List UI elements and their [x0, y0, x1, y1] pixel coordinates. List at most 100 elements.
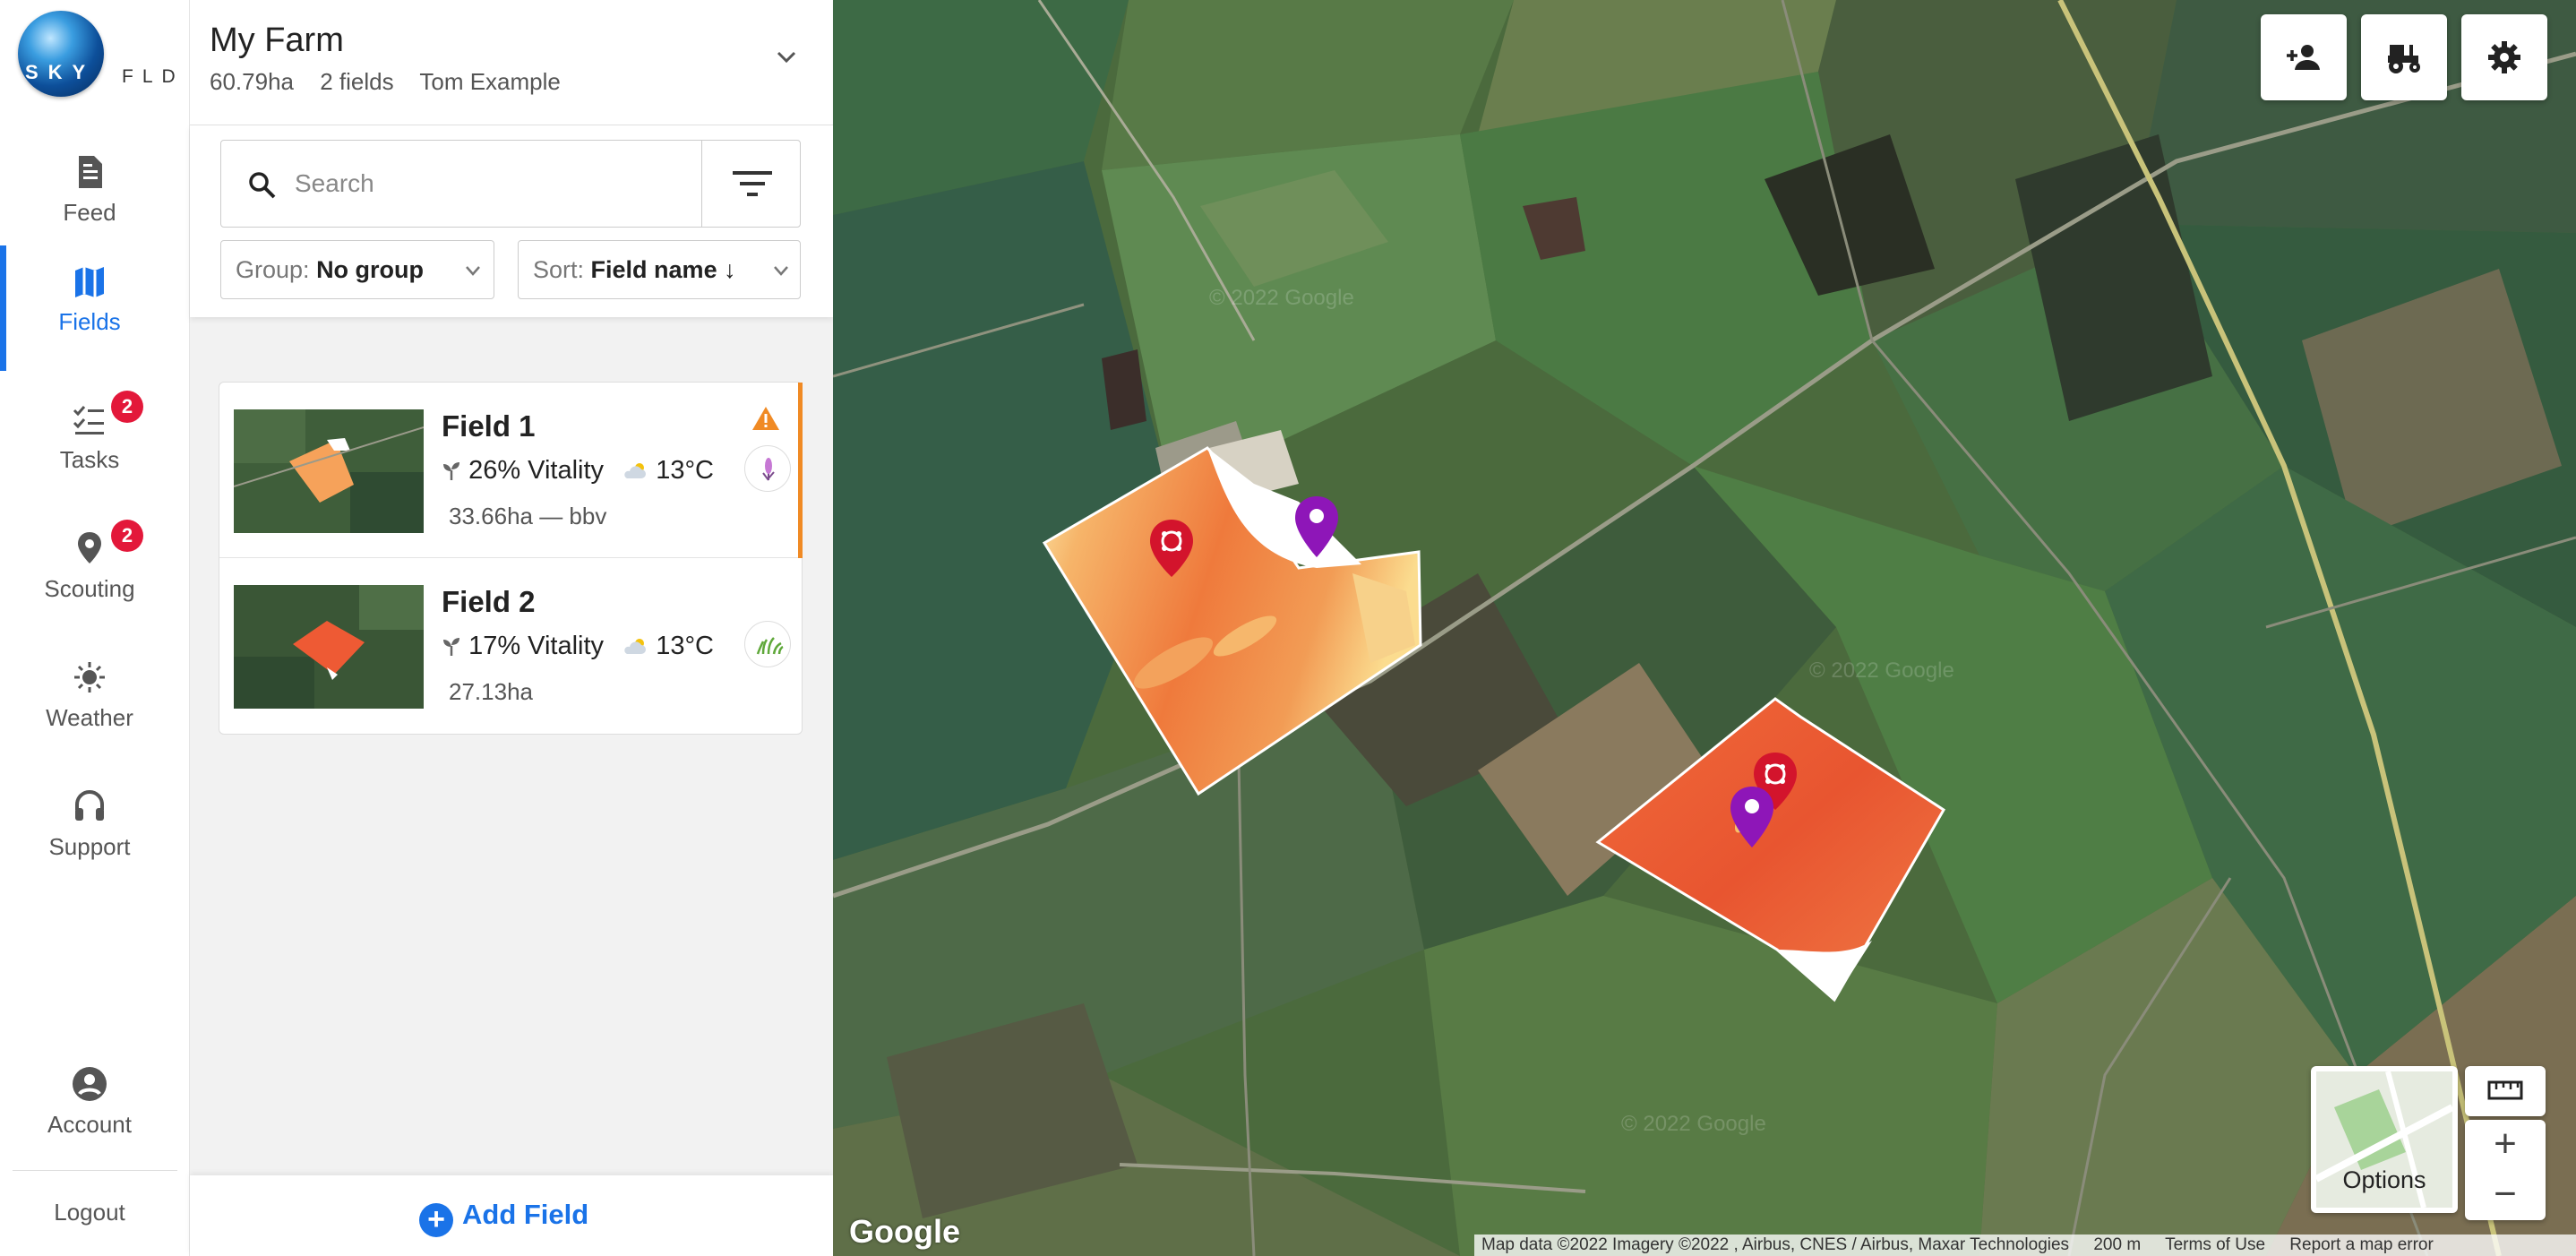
search-icon [249, 172, 276, 199]
field-2-thumbnail [234, 585, 424, 709]
filter-icon [733, 171, 772, 196]
nav-item-tasks[interactable]: 2 Tasks [0, 383, 179, 500]
nav-label-tasks: Tasks [59, 446, 120, 473]
nav-label-scouting: Scouting [44, 575, 135, 602]
farm-owner: Tom Example [419, 68, 561, 95]
nav-item-feed[interactable]: Feed [0, 136, 179, 253]
field-list: Field 1 26% Vitality 13°C 33.66ha — bbv [219, 382, 803, 735]
chevron-down-icon [466, 266, 480, 276]
map-scale[interactable]: 200 m [2093, 1235, 2141, 1254]
nav-item-fields[interactable]: Fields [0, 245, 179, 371]
location-pin-icon [78, 532, 101, 563]
document-icon [79, 156, 102, 188]
zoom-control: + − [2465, 1120, 2546, 1220]
add-person-icon [2287, 45, 2320, 70]
checklist-icon [73, 406, 104, 434]
headset-icon [75, 790, 104, 821]
farm-meta: 60.79ha 2 fields Tom Example [210, 68, 580, 96]
crop-grass-icon [744, 621, 791, 667]
options-label: Options [2342, 1166, 2426, 1193]
sort-label: Sort: [533, 256, 585, 283]
map-attribution: Map data ©2022 Imagery ©2022 , Airbus, C… [1481, 1235, 2070, 1254]
sprout-icon [443, 462, 459, 480]
field-1-stats: 26% Vitality 13°C [442, 456, 714, 486]
warning-icon[interactable] [751, 406, 780, 431]
skyfld-logo[interactable]: SKY FLD [18, 11, 179, 97]
partly-cloudy-icon [624, 463, 647, 478]
field-2-stats: 17% Vitality 13°C [442, 632, 714, 661]
add-field-button[interactable]: + Add Field [419, 1199, 588, 1237]
measure-button[interactable] [2465, 1066, 2546, 1116]
satellite-map[interactable]: © 2022 Google © 2022 Google © 2022 Googl… [833, 0, 2576, 1256]
field-2-name: Field 2 [442, 585, 536, 618]
zoom-in-button[interactable]: + [2465, 1120, 2546, 1170]
map-options-button[interactable]: Options [2311, 1066, 2458, 1213]
logo-text-fld: FLD [122, 66, 185, 87]
google-logo: Google [849, 1213, 960, 1250]
filter-button[interactable] [701, 141, 802, 227]
settings-button[interactable] [2461, 14, 2547, 100]
crop-wheat-icon [744, 445, 791, 492]
field-card-2[interactable]: Field 2 17% Vitality 13°C 27.13ha [219, 558, 802, 734]
group-value: No group [316, 256, 425, 283]
sort-select[interactable]: Sort: Field name ↓ [518, 240, 801, 299]
search-box [220, 140, 801, 228]
field-2-temp: 13°C [656, 632, 714, 660]
nav-item-scouting[interactable]: 2 Scouting [0, 512, 179, 629]
nav-label-fields: Fields [58, 308, 121, 335]
logout-button[interactable]: Logout [0, 1199, 179, 1226]
group-select[interactable]: Group: No group [220, 240, 494, 299]
search-input[interactable] [295, 166, 635, 202]
nav-label-weather: Weather [46, 704, 133, 731]
sun-icon [74, 662, 105, 693]
sprout-icon [443, 638, 459, 656]
add-field-bar: + Add Field [190, 1175, 833, 1256]
gear-icon [2488, 41, 2520, 73]
scouting-count-badge: 2 [111, 520, 143, 552]
group-label: Group: [236, 256, 310, 283]
map-watermark: © 2022 Google [1809, 658, 1954, 683]
ruler-icon [2487, 1080, 2523, 1100]
logo-text-sky: SKY [25, 61, 96, 83]
field-1-temp: 13°C [656, 456, 714, 485]
main-nav: SKY FLD Feed Fields 2 Tasks 2 Scouting W… [0, 0, 190, 1256]
tasks-count-badge: 2 [111, 391, 143, 423]
field-1-name: Field 1 [442, 409, 536, 443]
add-field-label: Add Field [462, 1199, 589, 1230]
nav-item-weather[interactable]: Weather [0, 641, 179, 758]
nav-item-account[interactable]: Account [0, 1048, 179, 1165]
nav-label-feed: Feed [63, 199, 116, 226]
sort-value: Field name [590, 256, 717, 283]
farm-area: 60.79ha [210, 68, 294, 95]
app-root: SKY FLD Feed Fields 2 Tasks 2 Scouting W… [0, 0, 2576, 1256]
field-1-vitality: 26% Vitality [468, 456, 605, 485]
nav-label-account: Account [47, 1111, 132, 1138]
map-watermark: © 2022 Google [1621, 1112, 1766, 1136]
map-attribution-bar: Map data ©2022 Imagery ©2022 , Airbus, C… [1474, 1234, 2576, 1256]
machinery-button[interactable] [2361, 14, 2447, 100]
map-icon [75, 267, 104, 297]
field-1-size: 33.66ha — bbv [449, 503, 607, 529]
map-watermark: © 2022 Google [1209, 286, 1354, 310]
list-controls: Group: No group Sort: Field name ↓ [190, 125, 833, 317]
field-card-1[interactable]: Field 1 26% Vitality 13°C 33.66ha — bbv [219, 383, 803, 558]
partly-cloudy-icon [624, 639, 647, 654]
field-2-size: 27.13ha [449, 678, 533, 705]
plus-circle-icon: + [419, 1203, 453, 1237]
nav-label-support: Support [48, 833, 131, 860]
nav-divider [13, 1170, 177, 1171]
invite-user-button[interactable] [2261, 14, 2347, 100]
farm-header[interactable]: My Farm 60.79ha 2 fields Tom Example [190, 0, 833, 125]
terms-link[interactable]: Terms of Use [2165, 1235, 2265, 1254]
field-2-vitality: 17% Vitality [468, 632, 605, 660]
nav-item-support[interactable]: Support [0, 770, 179, 887]
chevron-down-icon[interactable] [774, 45, 799, 70]
field-1-thumbnail [234, 409, 424, 533]
sort-direction-icon[interactable]: ↓ [724, 256, 736, 283]
report-map-error-link[interactable]: Report a map error [2289, 1235, 2434, 1254]
farm-fields-count: 2 fields [320, 68, 394, 95]
account-circle-icon [73, 1067, 107, 1101]
farm-name: My Farm [210, 22, 344, 59]
tractor-icon [2388, 45, 2420, 73]
zoom-out-button[interactable]: − [2465, 1170, 2546, 1220]
